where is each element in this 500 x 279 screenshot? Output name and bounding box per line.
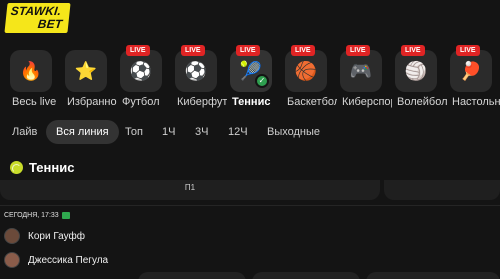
- sport-label: Настольный теннис: [452, 96, 500, 108]
- sport-tile[interactable]: 🏐: [395, 50, 437, 92]
- sport-tile[interactable]: 🏓: [450, 50, 492, 92]
- sport-tile[interactable]: 🔥: [10, 50, 52, 92]
- sports-row: 🔥 Весь live ⭐ Избранное ⚽ LIVE Футбол ⚽ …: [0, 45, 500, 110]
- divider: [0, 205, 500, 206]
- live-badge: LIVE: [291, 45, 315, 56]
- tennis-ball-icon: [10, 160, 23, 174]
- star-icon: ⭐: [74, 60, 98, 81]
- sport-item-tennis[interactable]: 🎾 LIVE ✓ Теннис: [224, 45, 280, 110]
- football-icon: ⚽: [129, 60, 153, 81]
- avatar: [4, 252, 20, 268]
- filter-12h[interactable]: 12Ч: [218, 120, 258, 144]
- cyber-football-icon: ⚽: [184, 60, 208, 81]
- filter-all-line[interactable]: Вся линия: [46, 120, 119, 144]
- sport-item-cyber-football[interactable]: ⚽ LIVE Киберфутбол: [169, 45, 227, 110]
- live-badge: LIVE: [126, 45, 150, 56]
- live-badge: LIVE: [181, 45, 205, 56]
- sport-tile[interactable]: 🎮: [340, 50, 382, 92]
- filter-bar: Лайв Вся линия Топ 1Ч 3Ч 12Ч Выходные: [0, 119, 500, 145]
- gamepad-icon: 🎮: [349, 60, 373, 81]
- sport-item-basketball[interactable]: 🏀 LIVE Баскетбол: [279, 45, 337, 110]
- event-player-2[interactable]: Джессика Пегула: [4, 251, 108, 269]
- sport-item-table-tennis[interactable]: 🏓 LIVE Настольный теннис: [444, 45, 500, 110]
- live-badge: LIVE: [236, 45, 260, 56]
- sport-label: Киберспорт: [342, 96, 392, 108]
- player-name: Кори Гауфф: [28, 230, 85, 242]
- table-tennis-icon: 🏓: [459, 60, 483, 81]
- brand-line1: STAWKI.: [10, 4, 62, 18]
- market-card-secondary[interactable]: [384, 180, 500, 200]
- sport-item-favorites[interactable]: ⭐ Избранное: [59, 48, 117, 110]
- live-badge: LIVE: [346, 45, 370, 56]
- event-player-1[interactable]: Кори Гауфф: [4, 227, 85, 245]
- brand-line2: BET: [37, 17, 64, 31]
- sport-item-volleyball[interactable]: 🏐 LIVE Волейбол: [389, 45, 447, 110]
- event-time: СЕГОДНЯ, 17:33: [4, 212, 70, 219]
- filter-weekend[interactable]: Выходные: [257, 120, 330, 144]
- live-badge: LIVE: [401, 45, 425, 56]
- sport-tile[interactable]: ⚽: [175, 50, 217, 92]
- sport-label: Баскетбол: [287, 96, 337, 108]
- section-title: Теннис: [29, 159, 75, 175]
- checkmark-icon: ✓: [255, 74, 269, 88]
- sport-tile[interactable]: 🏀: [285, 50, 327, 92]
- stats-icon[interactable]: [61, 212, 70, 219]
- market-card[interactable]: П1: [0, 180, 380, 200]
- filter-3h[interactable]: 3Ч: [185, 120, 218, 144]
- filter-1h[interactable]: 1Ч: [152, 120, 185, 144]
- sport-label: Футбол: [122, 96, 160, 108]
- player-name: Джессика Пегула: [28, 254, 109, 266]
- filter-live[interactable]: Лайв: [2, 120, 47, 144]
- sport-label: Волейбол: [397, 96, 447, 108]
- sport-tile[interactable]: ⚽: [120, 50, 162, 92]
- fire-icon: 🔥: [19, 60, 43, 81]
- volleyball-icon: 🏐: [404, 60, 428, 81]
- event-time-text: СЕГОДНЯ, 17:33: [4, 212, 59, 219]
- brand-logo[interactable]: STAWKI. BET: [4, 3, 71, 33]
- live-badge: LIVE: [456, 45, 480, 56]
- odds-card[interactable]: [252, 272, 360, 279]
- odds-card[interactable]: [138, 272, 246, 279]
- filter-top[interactable]: Топ: [115, 120, 153, 144]
- sport-label: Киберфутбол: [177, 96, 227, 108]
- odds-card[interactable]: [366, 272, 500, 279]
- market-label: П1: [184, 183, 196, 192]
- header: STAWKI. BET: [0, 0, 500, 40]
- sport-label: Избранное: [67, 96, 117, 108]
- section-header: Теннис: [10, 159, 74, 175]
- sport-label: Теннис: [232, 96, 271, 108]
- sport-item-all-live[interactable]: 🔥 Весь live: [4, 48, 60, 110]
- sport-tile[interactable]: ⭐: [65, 50, 107, 92]
- avatar: [4, 228, 20, 244]
- basketball-icon: 🏀: [294, 60, 318, 81]
- sport-item-esports[interactable]: 🎮 LIVE Киберспорт: [334, 45, 392, 110]
- sport-item-football[interactable]: ⚽ LIVE Футбол: [114, 45, 170, 110]
- sport-label: Весь live: [12, 96, 57, 108]
